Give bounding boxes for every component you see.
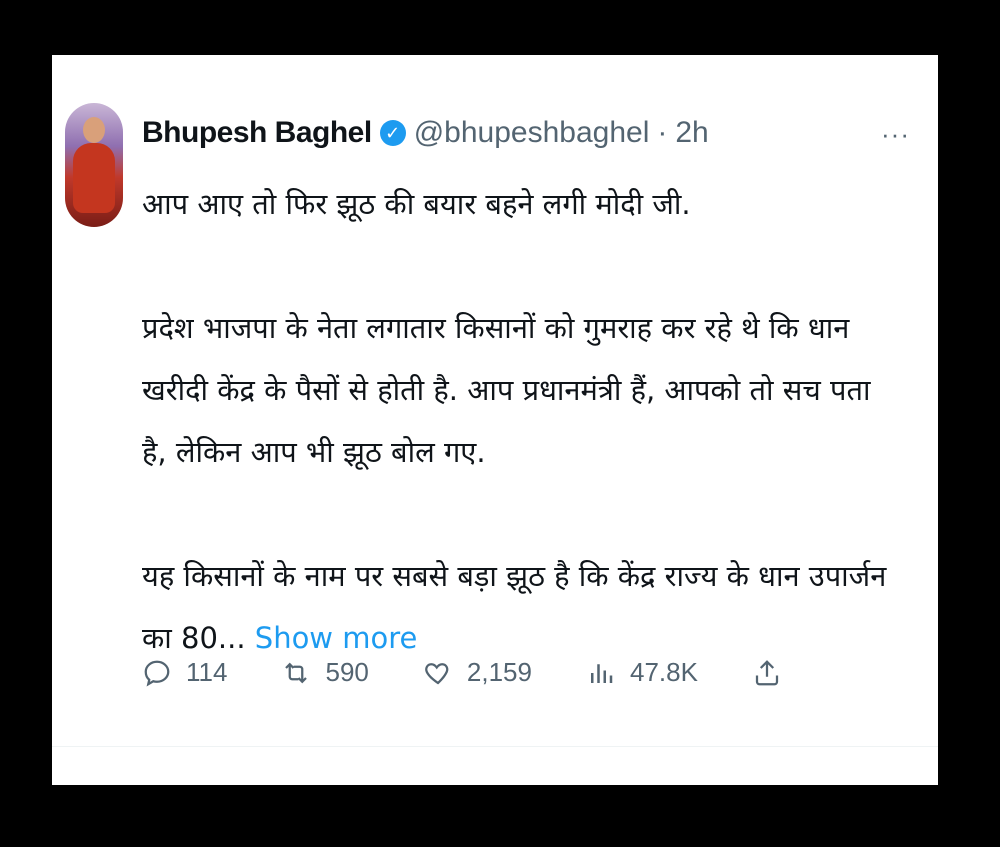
more-options-icon[interactable]: ···: [881, 119, 910, 150]
verified-badge-icon: ✓: [379, 120, 406, 146]
share-button[interactable]: [752, 658, 782, 688]
show-more-link[interactable]: Show more: [255, 621, 418, 655]
share-icon: [755, 659, 779, 685]
analytics-icon: [591, 663, 613, 683]
views-count: 47.8K: [630, 657, 698, 687]
tweet-paragraph-1: आप आए तो फिर झूठ की बयार बहने लगी मोदी ज…: [142, 187, 691, 221]
heart-icon: [425, 662, 449, 684]
tweet-timestamp[interactable]: 2h: [675, 116, 708, 150]
reply-button[interactable]: 114: [142, 657, 227, 688]
tweet-card: Bhupesh Baghel ✓ @bhupeshbaghel · 2h ···…: [52, 55, 938, 785]
avatar-body: [73, 143, 115, 213]
retweet-count: 590: [325, 657, 369, 687]
retweet-icon: [285, 662, 308, 683]
like-count: 2,159: [466, 657, 532, 687]
tweet-header: Bhupesh Baghel ✓ @bhupeshbaghel · 2h: [142, 113, 709, 153]
tweet-actions: 114 590 2,159 47.8K: [142, 657, 782, 688]
author-name[interactable]: Bhupesh Baghel: [142, 116, 372, 150]
avatar-face: [83, 117, 105, 143]
author-handle[interactable]: @bhupeshbaghel: [414, 116, 650, 150]
retweet-button[interactable]: 590: [281, 657, 369, 688]
views-button[interactable]: 47.8K: [586, 657, 698, 688]
reply-icon: [144, 660, 170, 687]
reply-count: 114: [186, 657, 228, 687]
bottom-divider: [52, 746, 938, 747]
like-button[interactable]: 2,159: [423, 657, 532, 688]
tweet-paragraph-3-text: यह किसानों के नाम पर सबसे बड़ा झूठ है कि…: [142, 559, 887, 655]
separator-dot: ·: [657, 116, 668, 149]
author-avatar[interactable]: [65, 103, 123, 227]
tweet-paragraph-3: यह किसानों के नाम पर सबसे बड़ा झूठ है कि…: [142, 545, 902, 669]
tweet-text: आप आए तो फिर झूठ की बयार बहने लगी मोदी ज…: [142, 173, 902, 669]
tweet-paragraph-2: प्रदेश भाजपा के नेता लगातार किसानों को ग…: [142, 311, 871, 469]
